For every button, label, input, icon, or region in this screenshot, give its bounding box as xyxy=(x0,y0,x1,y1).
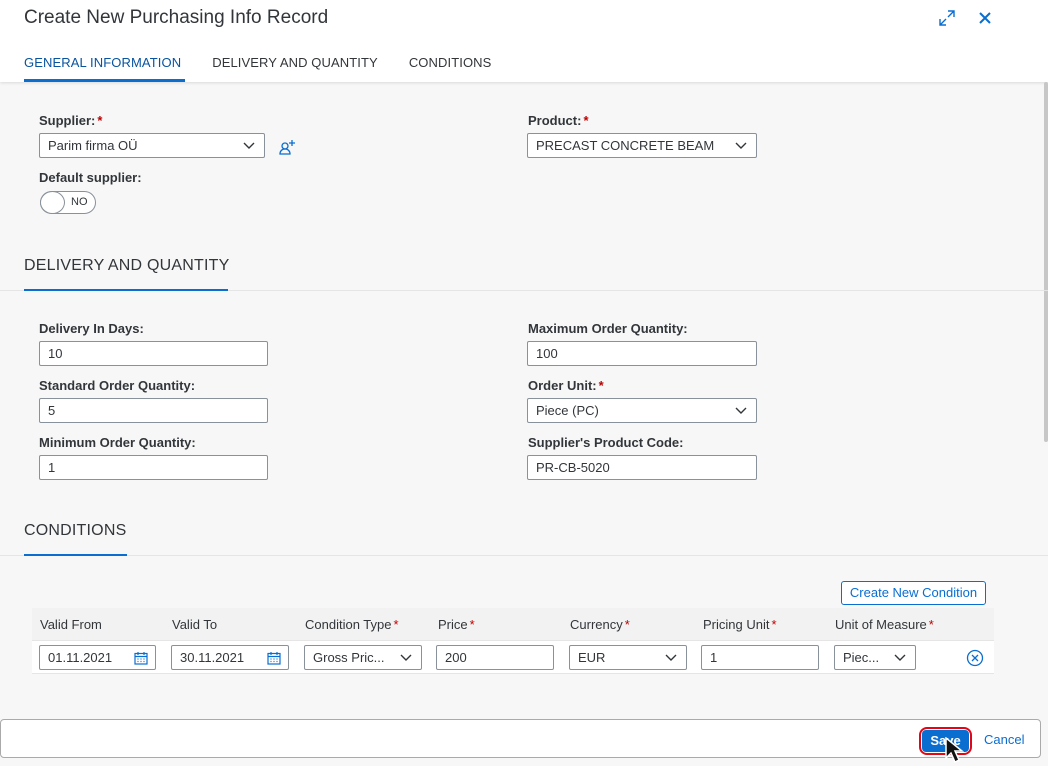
close-icon[interactable] xyxy=(974,7,996,29)
tab-general-information[interactable]: GENERAL INFORMATION xyxy=(24,44,186,82)
remove-circle-icon[interactable] xyxy=(966,649,984,667)
tab-delivery-and-quantity[interactable]: DELIVERY AND QUANTITY xyxy=(212,44,378,82)
conditions-section-title: CONDITIONS xyxy=(24,522,127,539)
condition-type-select[interactable]: Gross Pric... xyxy=(304,645,422,670)
pricing-unit-input[interactable]: 1 xyxy=(701,645,819,670)
chevron-down-icon xyxy=(664,652,678,664)
dialog-footer: Save Cancel xyxy=(0,719,1041,758)
column-currency: Currency * xyxy=(570,617,630,632)
column-unit-of-measure: Unit of Measure * xyxy=(835,617,934,632)
table-row: 01.11.2021 30.11.2021 Gross Pric... 200 … xyxy=(32,641,994,674)
section-divider xyxy=(0,555,1048,556)
cancel-button[interactable]: Cancel xyxy=(984,732,1024,747)
column-condition-type: Condition Type * xyxy=(305,617,399,632)
create-new-condition-button[interactable]: Create New Condition xyxy=(841,581,986,605)
order-unit-select[interactable]: Piece (PC) xyxy=(527,398,757,423)
unit-of-measure-select[interactable]: Piec... xyxy=(834,645,916,670)
section-underline xyxy=(24,554,127,556)
calendar-icon[interactable] xyxy=(267,651,281,665)
chevron-down-icon xyxy=(893,652,907,664)
supplier-select[interactable]: Parim firma OÜ xyxy=(39,133,265,158)
column-price: Price * xyxy=(438,617,475,632)
dialog-content: Supplier: * Parim firma OÜ Product: * PREC… xyxy=(0,82,1048,718)
dialog-header: Create New Purchasing Info Record GENERA… xyxy=(0,0,1048,82)
order-unit-label: Order Unit: * xyxy=(528,378,604,393)
valid-from-datepicker[interactable]: 01.11.2021 xyxy=(39,645,156,670)
tab-bar: GENERAL INFORMATION DELIVERY AND QUANTIT… xyxy=(24,44,522,82)
expand-icon[interactable] xyxy=(936,7,958,29)
max-qty-label: Maximum Order Quantity: xyxy=(528,321,688,336)
column-valid-from: Valid From xyxy=(40,617,102,632)
chevron-down-icon xyxy=(242,140,256,152)
column-pricing-unit: Pricing Unit * xyxy=(703,617,777,632)
delivery-section-title: DELIVERY AND QUANTITY xyxy=(24,257,230,274)
min-qty-input[interactable]: 1 xyxy=(39,455,268,480)
mouse-cursor-icon xyxy=(944,736,970,766)
valid-to-datepicker[interactable]: 30.11.2021 xyxy=(171,645,289,670)
product-select[interactable]: PRECAST CONCRETE BEAM xyxy=(527,133,757,158)
toggle-state: NO xyxy=(71,196,88,208)
toggle-knob xyxy=(40,191,65,214)
std-qty-label: Standard Order Quantity: xyxy=(39,378,196,393)
chevron-down-icon xyxy=(734,140,748,152)
supplier-label: Supplier: * xyxy=(39,113,103,128)
section-underline xyxy=(24,289,228,291)
dialog-title: Create New Purchasing Info Record xyxy=(24,7,329,28)
currency-select[interactable]: EUR xyxy=(569,645,687,670)
product-code-input[interactable]: PR-CB-5020 xyxy=(527,455,757,480)
default-supplier-toggle[interactable]: NO xyxy=(40,191,96,214)
product-label: Product: * xyxy=(528,113,589,128)
default-supplier-label: Default supplier: xyxy=(39,170,142,185)
add-person-icon[interactable] xyxy=(277,137,297,157)
column-valid-to: Valid To xyxy=(172,617,218,632)
delivery-days-input[interactable]: 10 xyxy=(39,341,268,366)
price-input[interactable]: 200 xyxy=(436,645,554,670)
chevron-down-icon xyxy=(734,405,748,417)
std-qty-input[interactable]: 5 xyxy=(39,398,268,423)
product-code-label: Supplier's Product Code: xyxy=(528,435,684,450)
chevron-down-icon xyxy=(399,652,413,664)
max-qty-input[interactable]: 100 xyxy=(527,341,757,366)
table-header: Valid From Valid To Condition Type * Pric… xyxy=(32,608,994,641)
delivery-days-label: Delivery In Days: xyxy=(39,321,144,336)
min-qty-label: Minimum Order Quantity: xyxy=(39,435,196,450)
tab-conditions[interactable]: CONDITIONS xyxy=(409,44,492,82)
calendar-icon[interactable] xyxy=(134,651,148,665)
